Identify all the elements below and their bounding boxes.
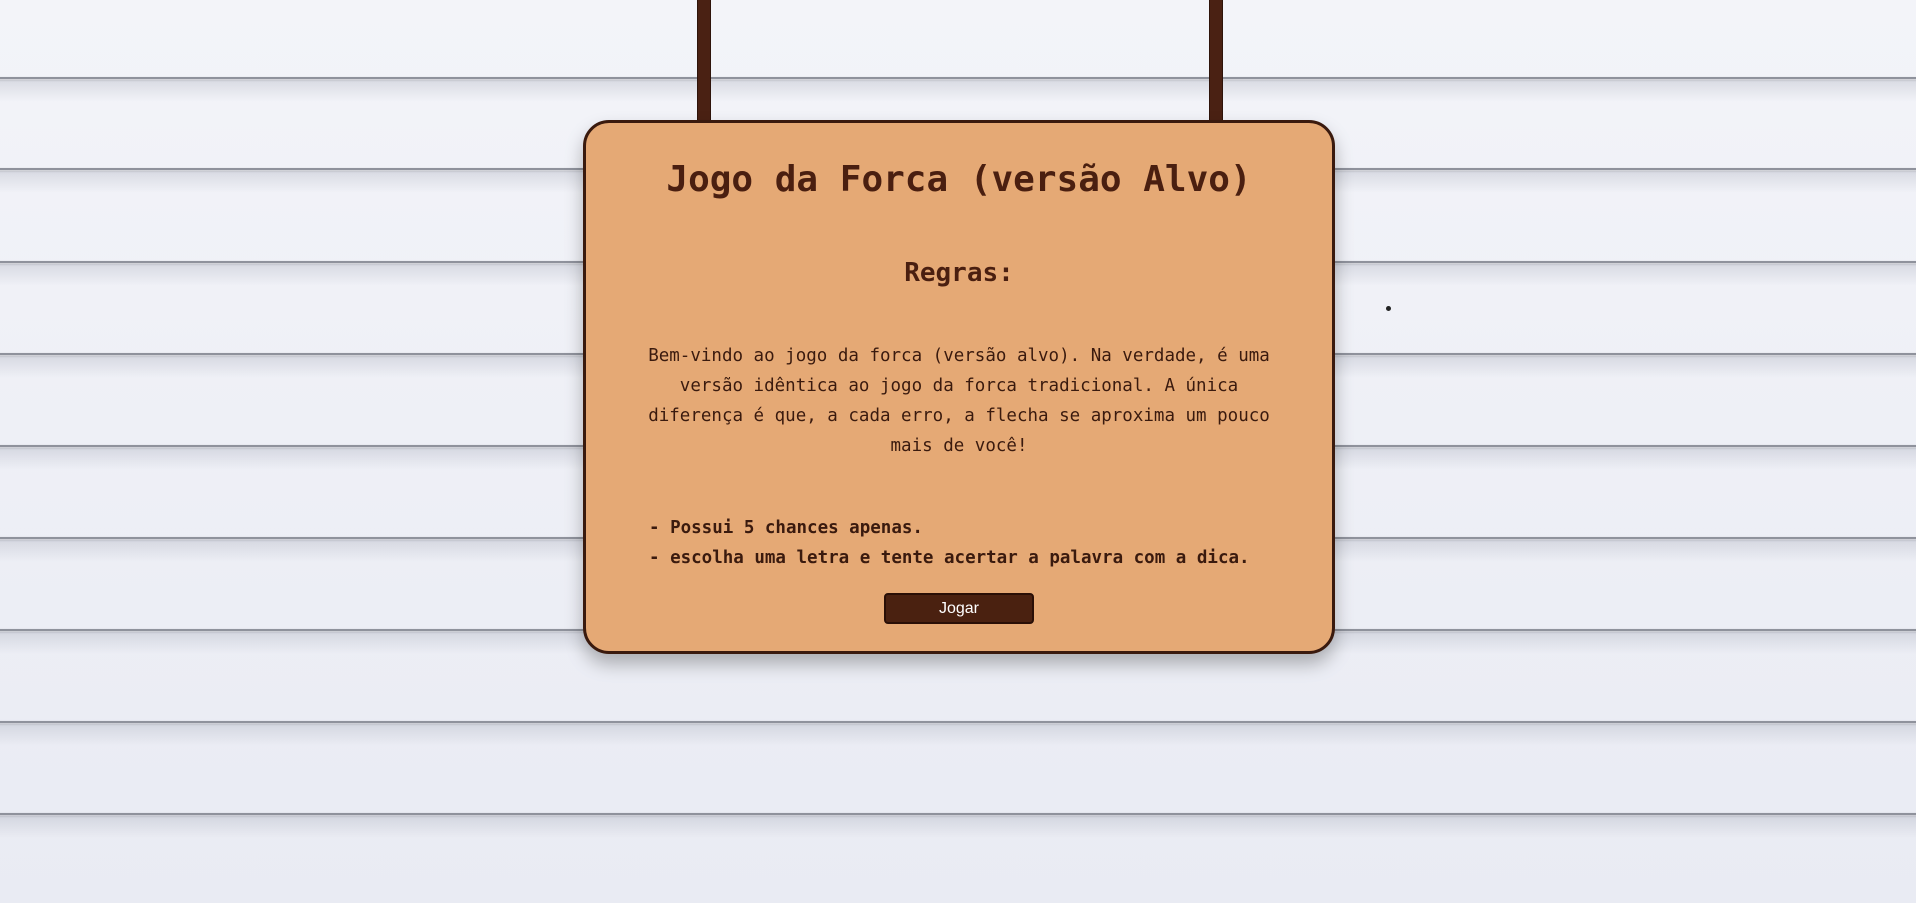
- sign-rope-right: [1209, 0, 1223, 122]
- rules-list: - Possui 5 chances apenas. - escolha uma…: [586, 513, 1332, 573]
- plank-shade: [0, 80, 1916, 102]
- plank-shade: [0, 724, 1916, 746]
- rule-item: - Possui 5 chances apenas.: [649, 518, 923, 538]
- game-title: Jogo da Forca (versão Alvo): [666, 159, 1252, 200]
- rules-intro-text: Bem-vindo ao jogo da forca (versão alvo)…: [648, 346, 1270, 456]
- rules-heading: Regras:: [904, 258, 1014, 288]
- rules-sign: Jogo da Forca (versão Alvo) Regras: Bem-…: [583, 120, 1335, 654]
- plank-shade: [0, 816, 1916, 838]
- plank-line: [0, 813, 1916, 815]
- plank-line: [0, 77, 1916, 79]
- play-button[interactable]: Jogar: [884, 593, 1034, 624]
- plank-line: [0, 721, 1916, 723]
- rule-item: - escolha uma letra e tente acertar a pa…: [649, 548, 1250, 568]
- cursor-dot: [1386, 306, 1391, 311]
- sign-rope-left: [697, 0, 711, 122]
